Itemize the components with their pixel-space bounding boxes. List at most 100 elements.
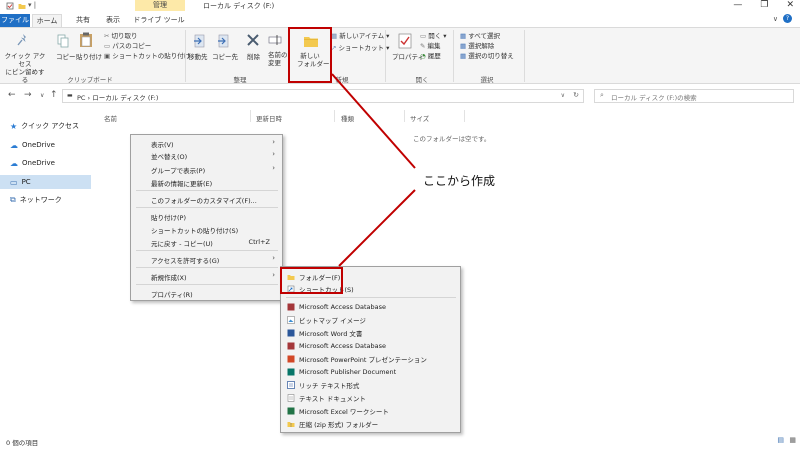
properties-icon[interactable]: [6, 2, 14, 10]
qat-customize-icon[interactable]: ▾ |: [28, 1, 36, 9]
copy-button[interactable]: コピー: [56, 53, 76, 61]
address-dropdown-icon[interactable]: ∨: [561, 92, 565, 99]
select-all-button[interactable]: ▦ すべて選択: [460, 32, 500, 40]
submenu-item-word[interactable]: Microsoft Word 文書: [287, 328, 362, 338]
nav-item-quick-access[interactable]: ★ クイック アクセス: [10, 121, 79, 131]
copy-icon: [57, 34, 69, 48]
status-item-count: 0 個の項目: [6, 439, 39, 447]
access-icon: [287, 303, 295, 311]
title-bar: [0, 0, 800, 12]
submenu-item-excel[interactable]: Microsoft Excel ワークシート: [287, 406, 389, 416]
open-icon: ▭: [420, 32, 429, 40]
submenu-item-powerpoint[interactable]: Microsoft PowerPoint プレゼンテーション: [287, 354, 427, 364]
column-header-size[interactable]: サイズ: [410, 113, 429, 123]
tab-view[interactable]: 表示: [100, 14, 126, 27]
menu-item-sort-by[interactable]: 並べ替え(O): [151, 151, 187, 161]
edit-icon: ✎: [420, 42, 428, 50]
column-divider[interactable]: [464, 110, 465, 122]
history-icon: ◔: [420, 52, 428, 60]
menu-item-group-by[interactable]: グループで表示(P): [151, 165, 205, 175]
ribbon-separator: [524, 30, 525, 82]
window-title: ローカル ディスク (F:): [203, 2, 275, 10]
menu-item-give-access[interactable]: アクセスを許可する(G): [151, 255, 219, 265]
submenu-item-publisher[interactable]: Microsoft Publisher Document: [287, 367, 396, 377]
ribbon-collapse-icon[interactable]: ∨: [773, 15, 778, 23]
column-divider[interactable]: [250, 110, 251, 122]
menu-item-paste-shortcut[interactable]: ショートカットの貼り付け(S): [151, 225, 238, 235]
submenu-item-zip[interactable]: 圧縮 (zip 形式) フォルダー: [287, 419, 378, 429]
nav-item-onedrive[interactable]: ☁ OneDrive: [10, 140, 55, 150]
organize-group-label: 整理: [233, 76, 247, 84]
help-icon[interactable]: ?: [783, 14, 792, 23]
cut-button[interactable]: ✂ 切り取り: [104, 32, 138, 40]
empty-folder-message: このフォルダーは空です。: [413, 135, 491, 143]
star-icon: ★: [10, 121, 18, 131]
invert-selection-icon: ▦: [460, 52, 469, 60]
properties-icon: [398, 33, 412, 49]
search-placeholder: ローカル ディスク (F:)の検索: [611, 94, 697, 102]
tab-share[interactable]: 共有: [70, 14, 96, 27]
pin-quick-access-button[interactable]: クイック アクセス にピン留めする: [3, 52, 47, 84]
menu-item-view[interactable]: 表示(V): [151, 139, 174, 149]
maximize-button[interactable]: ❐: [760, 0, 768, 11]
close-button[interactable]: ✕: [786, 0, 794, 11]
edit-button[interactable]: ✎ 編集: [420, 42, 441, 50]
nav-item-pc[interactable]: ▭ PC: [10, 177, 31, 187]
submenu-arrow-icon: ›: [272, 138, 275, 146]
column-divider[interactable]: [334, 110, 335, 122]
move-to-button[interactable]: 移動先: [188, 53, 208, 61]
submenu-item-bitmap[interactable]: ビットマップ イメージ: [287, 315, 366, 325]
nav-item-onedrive-2[interactable]: ☁ OneDrive: [10, 158, 55, 168]
bitmap-icon: [287, 316, 295, 324]
word-icon: [287, 329, 295, 337]
history-button[interactable]: ◔ 履歴: [420, 52, 441, 60]
new-folder-icon[interactable]: [18, 2, 26, 10]
minimize-button[interactable]: —: [733, 0, 742, 11]
address-path: PC › ローカル ディスク (F:): [77, 94, 159, 102]
open-button[interactable]: ▭ 開く ▾: [420, 32, 447, 40]
text-document-icon: [287, 394, 295, 402]
select-none-button[interactable]: ▦ 選択解除: [460, 42, 494, 50]
column-divider[interactable]: [404, 110, 405, 122]
submenu-item-access-db[interactable]: Microsoft Access Database: [287, 302, 386, 312]
menu-item-refresh[interactable]: 最新の情報に更新(E): [151, 178, 212, 188]
tab-home[interactable]: ホーム: [32, 14, 62, 27]
menu-item-properties[interactable]: プロパティ(R): [151, 289, 193, 299]
publisher-icon: [287, 368, 295, 376]
large-icons-view-icon[interactable]: ▦: [789, 436, 796, 444]
details-view-icon[interactable]: ▤: [777, 436, 784, 444]
menu-item-undo-copy[interactable]: 元に戻す - コピー(U): [151, 238, 213, 248]
menu-item-new[interactable]: 新規作成(X): [151, 272, 187, 282]
address-bar[interactable]: ▬ PC › ローカル ディスク (F:) ∨ ↻: [62, 89, 584, 103]
paste-shortcut-button[interactable]: ▣ ショートカットの貼り付け: [104, 52, 190, 60]
copy-path-button[interactable]: ▭ パスのコピー: [104, 42, 151, 50]
tab-file[interactable]: ファイル: [0, 14, 30, 27]
new-item-button[interactable]: ▦ 新しいアイテム ▾: [331, 32, 389, 40]
context-menu: 表示(V) › 並べ替え(O) › グループで表示(P) › 最新の情報に更新(…: [130, 134, 283, 301]
refresh-icon[interactable]: ↻: [573, 91, 579, 99]
paste-button[interactable]: 貼り付け: [76, 53, 102, 61]
rename-button[interactable]: 名前の 変更: [268, 51, 288, 67]
submenu-item-access-db-2[interactable]: Microsoft Access Database: [287, 341, 386, 351]
recent-locations-button[interactable]: ∨: [40, 92, 44, 99]
column-header-type[interactable]: 種類: [341, 113, 354, 123]
back-button[interactable]: ←: [8, 90, 16, 100]
submenu-item-text-document[interactable]: テキスト ドキュメント: [287, 393, 366, 403]
cloud-icon: ☁: [10, 158, 18, 168]
up-button[interactable]: ↑: [50, 90, 58, 100]
column-header-modified[interactable]: 更新日時: [256, 113, 282, 123]
menu-separator: [136, 267, 278, 268]
forward-button[interactable]: →: [24, 90, 32, 100]
copy-to-button[interactable]: コピー先: [212, 53, 238, 61]
submenu-item-rich-text[interactable]: リッチ テキスト形式: [287, 380, 359, 390]
search-input[interactable]: ⌕ ローカル ディスク (F:)の検索: [594, 89, 794, 103]
menu-item-customize-folder[interactable]: このフォルダーのカスタマイズ(F)...: [151, 195, 257, 205]
column-header-name[interactable]: 名前: [104, 113, 117, 123]
delete-button[interactable]: 削除: [247, 53, 260, 61]
menu-item-paste[interactable]: 貼り付け(P): [151, 212, 186, 222]
easy-access-button[interactable]: ↗ ショートカット ▾: [331, 44, 389, 52]
tab-drive-tools[interactable]: ドライブ ツール: [132, 14, 186, 27]
invert-selection-button[interactable]: ▦ 選択の切り替え: [460, 52, 514, 60]
nav-item-network[interactable]: ⧉ ネットワーク: [10, 195, 62, 205]
manage-contextual-tab[interactable]: 管理: [135, 0, 185, 11]
